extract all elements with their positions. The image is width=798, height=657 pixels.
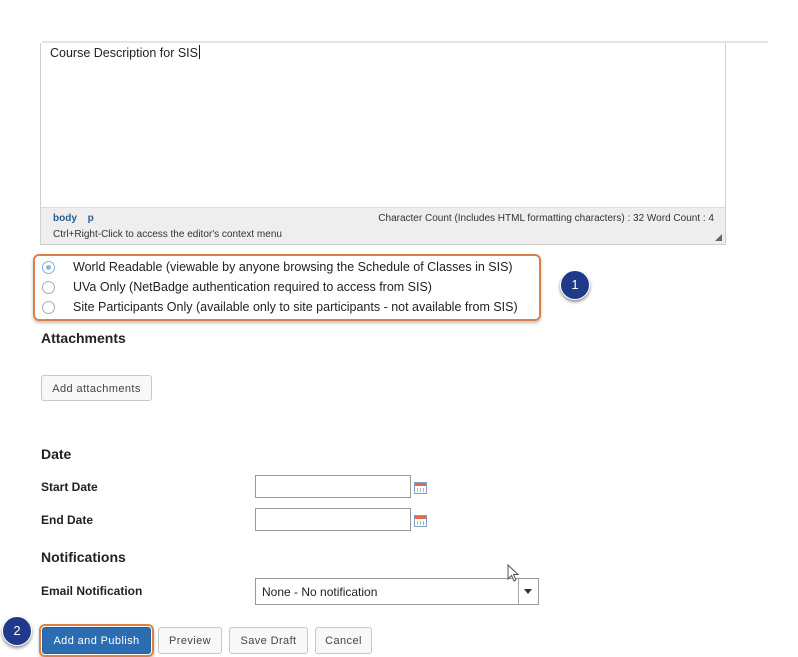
radio-label: Site Participants Only (available only t… (73, 300, 518, 314)
radio-label: World Readable (viewable by anyone brows… (73, 260, 513, 274)
character-word-count: Character Count (Includes HTML formattin… (378, 213, 714, 224)
notifications-heading: Notifications (41, 549, 126, 565)
rich-text-editor[interactable]: Course Description for SIS body p Charac… (40, 43, 726, 245)
resize-handle-icon[interactable] (715, 234, 722, 241)
cancel-button[interactable]: Cancel (315, 627, 372, 654)
editor-body[interactable]: Course Description for SIS (41, 43, 725, 209)
step-badge-1: 1 (560, 270, 590, 300)
attachments-heading: Attachments (41, 330, 126, 346)
visibility-options-highlight: World Readable (viewable by anyone brows… (33, 254, 541, 321)
context-menu-hint: Ctrl+Right-Click to access the editor's … (53, 229, 282, 240)
date-heading: Date (41, 446, 72, 462)
mouse-cursor-icon (507, 564, 520, 582)
radio-world-readable[interactable] (42, 261, 55, 274)
calendar-icon[interactable] (414, 515, 427, 527)
editor-content[interactable]: Course Description for SIS (50, 45, 200, 60)
select-value: None - No notification (262, 585, 378, 599)
calendar-icon[interactable] (414, 482, 427, 494)
email-notification-select[interactable]: None - No notification (255, 578, 539, 605)
radio-site-participants[interactable] (42, 301, 55, 314)
save-draft-button[interactable]: Save Draft (229, 627, 308, 654)
path-item-p[interactable]: p (88, 213, 94, 224)
editor-status-bar: body p Character Count (Includes HTML fo… (41, 207, 725, 244)
end-date-label: End Date (41, 513, 94, 527)
chevron-down-icon[interactable] (518, 579, 538, 604)
preview-button[interactable]: Preview (158, 627, 222, 654)
path-item-body[interactable]: body (53, 213, 77, 224)
end-date-input[interactable] (255, 508, 411, 531)
step-badge-2: 2 (2, 616, 32, 646)
text-caret (198, 45, 200, 59)
start-date-label: Start Date (41, 480, 98, 494)
email-notification-label: Email Notification (41, 584, 143, 598)
radio-uva-only[interactable] (42, 281, 55, 294)
element-path: body p (53, 213, 102, 224)
add-and-publish-button[interactable]: Add and Publish (42, 627, 151, 654)
add-attachments-button[interactable]: Add attachments (41, 375, 152, 401)
radio-label: UVa Only (NetBadge authentication requir… (73, 280, 432, 294)
start-date-input[interactable] (255, 475, 411, 498)
